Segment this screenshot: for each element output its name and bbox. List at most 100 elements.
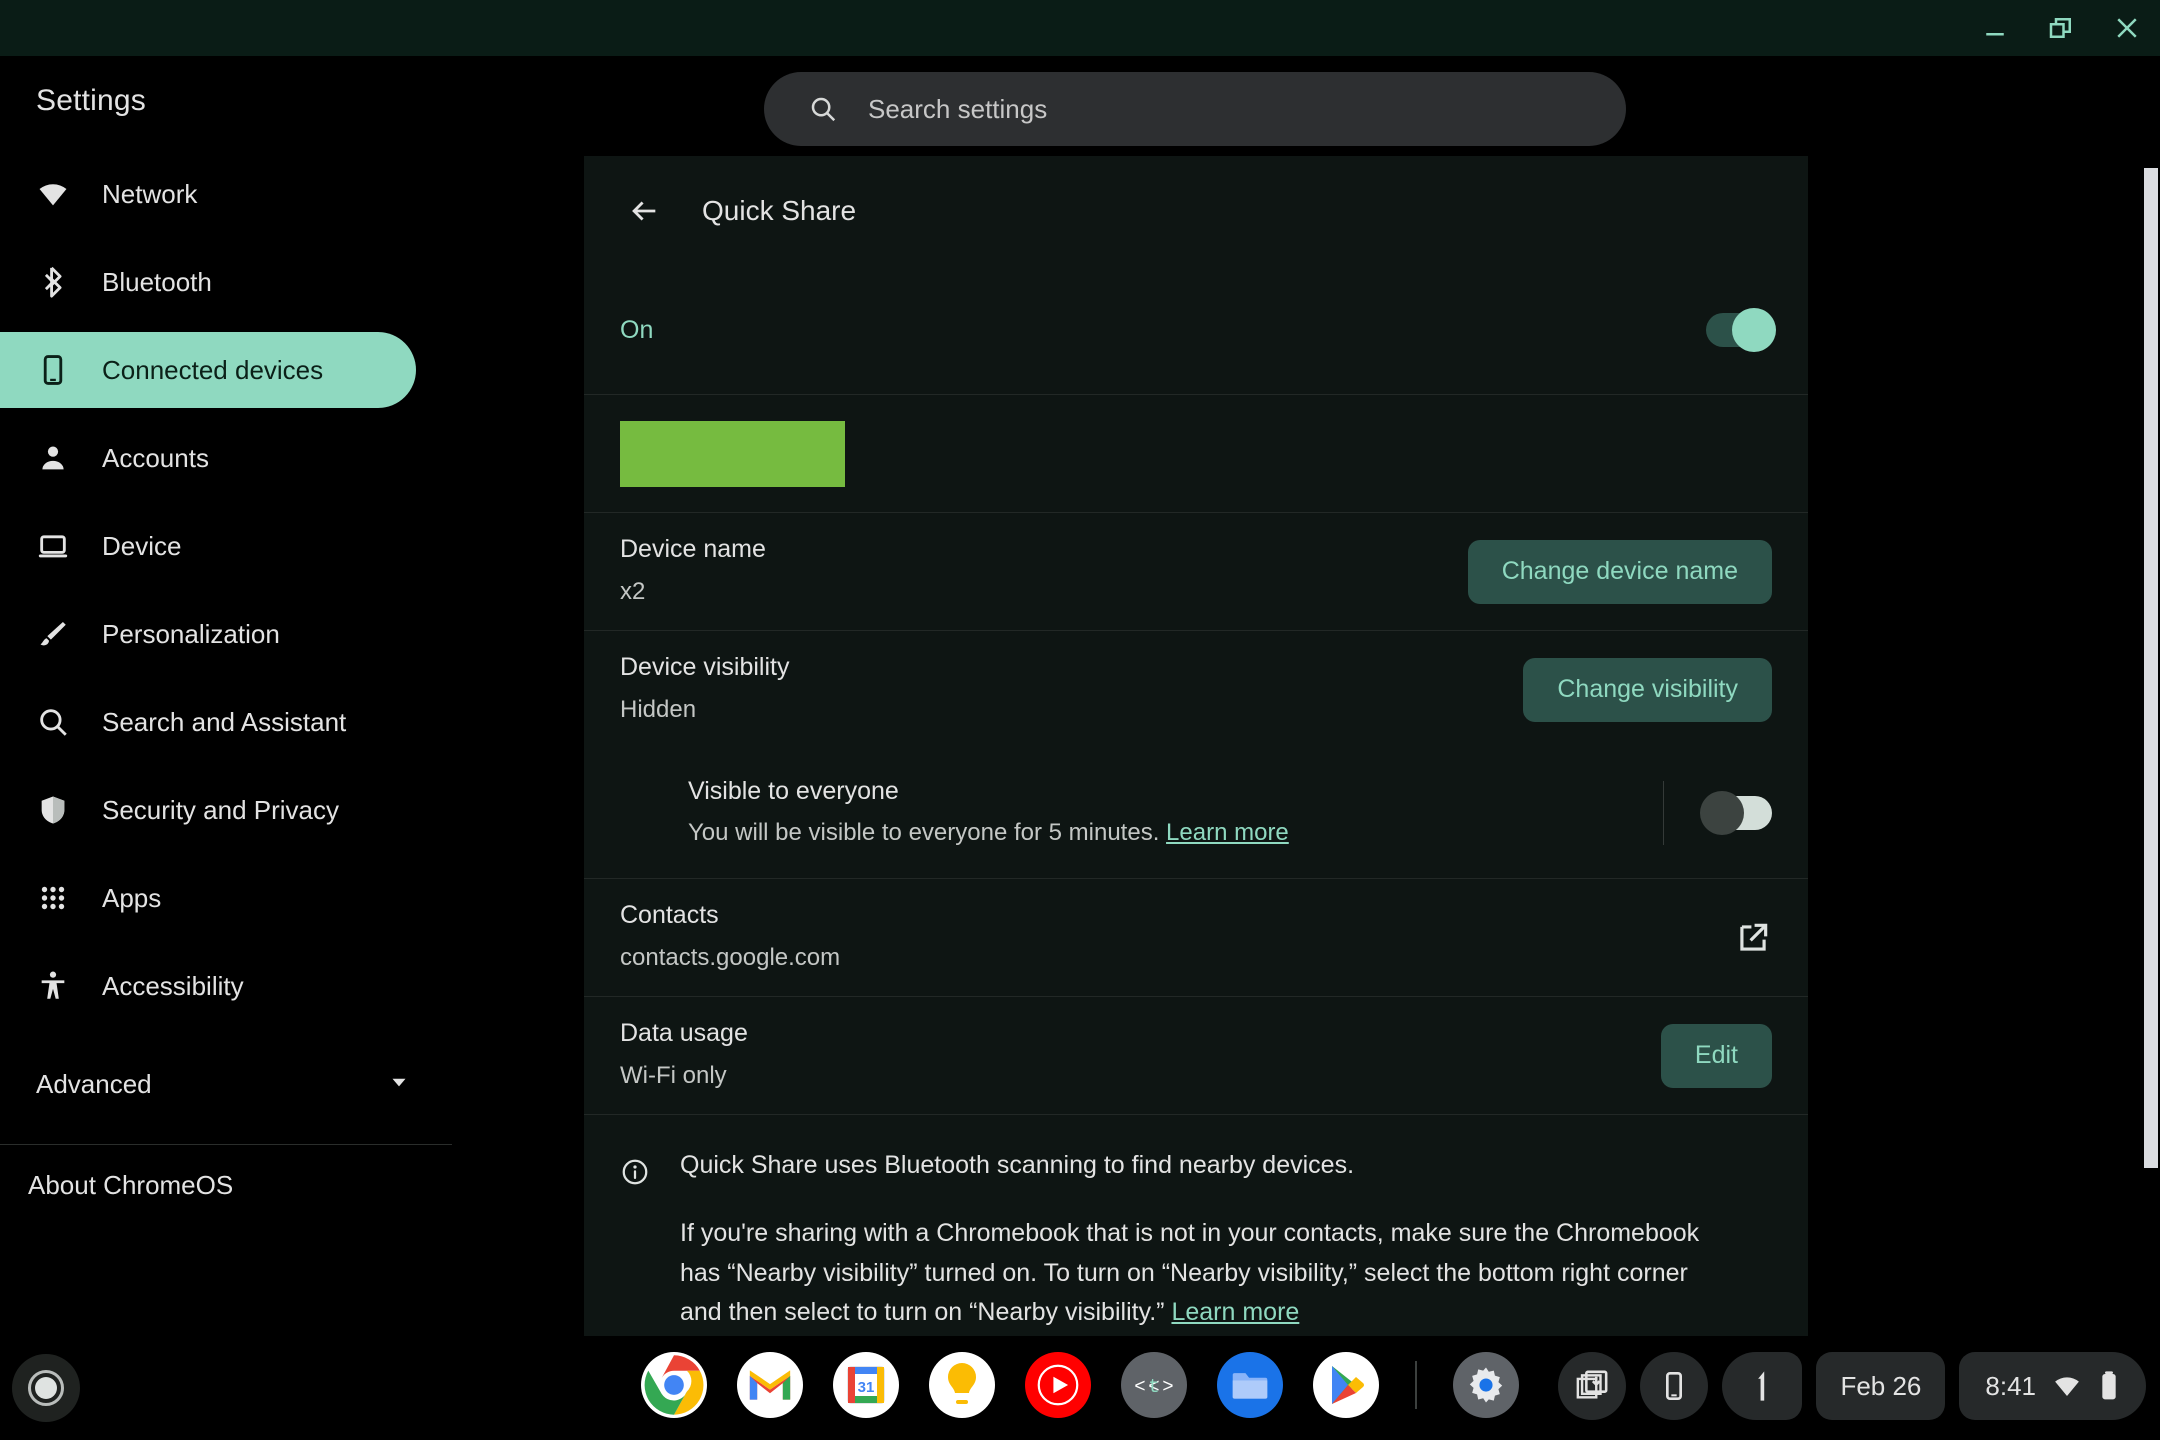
restore-button[interactable]	[2028, 0, 2094, 56]
search-icon	[36, 705, 70, 739]
chrome-app[interactable]	[641, 1352, 707, 1418]
sidebar-item-label: Connected devices	[102, 354, 324, 385]
quick-share-toggle[interactable]	[1706, 308, 1776, 352]
settings-window: Settings Search settings Network Bluetoo…	[0, 56, 2160, 1388]
launcher-button[interactable]	[12, 1354, 80, 1422]
edit-data-usage-button[interactable]: Edit	[1660, 1023, 1772, 1088]
grid-apps-icon	[36, 881, 70, 915]
search-placeholder: Search settings	[868, 93, 1048, 124]
shield-icon	[36, 793, 70, 827]
sidebar-item-connected-devices[interactable]: Connected devices	[0, 332, 416, 408]
change-device-name-button[interactable]: Change device name	[1467, 539, 1772, 604]
device-visibility-row: Device visibility Hidden Change visibili…	[584, 630, 1808, 748]
device-name-value: x2	[620, 577, 646, 605]
sidebar-item-network[interactable]: Network	[0, 156, 416, 232]
minimize-button[interactable]	[1962, 0, 2028, 56]
vertical-divider	[1663, 781, 1664, 845]
settings-app[interactable]	[1453, 1352, 1519, 1418]
change-visibility-button[interactable]: Change visibility	[1523, 657, 1772, 722]
terminal-app[interactable]: < t > <	[1121, 1352, 1187, 1418]
visible-to-everyone-row: Visible to everyone You will be visible …	[584, 748, 1808, 878]
info-learn-more-link[interactable]: Learn more	[1171, 1298, 1299, 1326]
person-icon	[36, 441, 70, 475]
visible-to-everyone-learn-more-link[interactable]: Learn more	[1166, 819, 1289, 846]
screen-capture-button[interactable]	[1558, 1352, 1627, 1420]
contacts-row[interactable]: Contacts contacts.google.com	[584, 878, 1808, 996]
phone-hub-button[interactable]	[1640, 1352, 1709, 1420]
sidebar-item-label: Personalization	[102, 618, 280, 649]
device-name-title: Device name	[620, 535, 766, 564]
page-scrollbar-track[interactable]	[2142, 168, 2160, 1338]
sidebar-item-device[interactable]: Device	[0, 508, 416, 584]
gmail-app[interactable]	[737, 1352, 803, 1418]
preview-placeholder-row	[584, 394, 1808, 512]
contacts-title: Contacts	[620, 901, 719, 930]
close-button[interactable]	[2094, 0, 2160, 56]
sidebar-item-label: Network	[102, 178, 198, 209]
search-input[interactable]: Search settings	[764, 72, 1626, 146]
settings-sidebar: Network Bluetooth Connected devices Acco…	[0, 156, 452, 1388]
sidebar-item-personalization[interactable]: Personalization	[0, 596, 416, 672]
sidebar-item-label: Apps	[102, 882, 162, 913]
notification-button[interactable]	[1722, 1352, 1803, 1420]
play-store-app[interactable]	[1313, 1352, 1379, 1418]
files-app[interactable]	[1217, 1352, 1283, 1418]
svg-text:t: t	[1148, 1376, 1159, 1398]
quick-share-state-label: On	[620, 315, 654, 344]
info-primary-text: Quick Share uses Bluetooth scanning to f…	[680, 1151, 1355, 1179]
shelf-separator	[1415, 1361, 1417, 1409]
bluetooth-icon	[36, 265, 70, 299]
page-title: Quick Share	[702, 195, 857, 226]
sidebar-item-label: Accessibility	[102, 970, 244, 1001]
sidebar-item-label: Security and Privacy	[102, 794, 339, 825]
keep-app[interactable]	[929, 1352, 995, 1418]
sidebar-item-label: Accounts	[102, 442, 209, 473]
date-label: Feb 26	[1840, 1370, 1922, 1401]
page-scrollbar-thumb[interactable]	[2144, 168, 2158, 1168]
device-name-row: Device name x2 Change device name	[584, 512, 1808, 630]
data-usage-title: Data usage	[620, 1019, 748, 1048]
accessibility-icon	[36, 969, 70, 1003]
sidebar-item-accounts[interactable]: Accounts	[0, 420, 416, 496]
launcher-icon	[28, 1370, 64, 1406]
sidebar-advanced-label: Advanced	[36, 1068, 152, 1099]
svg-text:<: <	[1134, 1376, 1145, 1398]
phone-icon	[36, 353, 70, 387]
shelf-app-list: 31 < t > <	[641, 1352, 1519, 1418]
brush-icon	[36, 617, 70, 651]
quick-share-state: On	[620, 316, 1706, 345]
quick-share-info-block: Quick Share uses Bluetooth scanning to f…	[584, 1114, 1808, 1333]
visible-to-everyone-title: Visible to everyone	[688, 776, 899, 805]
system-tray-button[interactable]: 8:41	[1959, 1352, 2146, 1420]
sidebar-item-label: Device	[102, 530, 182, 561]
device-visibility-title: Device visibility	[620, 653, 790, 682]
chromeos-shelf: 31 < t > < Feb 26 8:41	[0, 1336, 2160, 1440]
laptop-icon	[36, 529, 70, 563]
page-header: Quick Share	[584, 156, 1808, 266]
youtube-music-app[interactable]	[1025, 1352, 1091, 1418]
quick-share-enable-row: On	[584, 266, 1808, 394]
search-icon	[811, 97, 836, 122]
sidebar-item-about-chromeos[interactable]: About ChromeOS	[0, 1145, 452, 1225]
back-button[interactable]	[620, 187, 668, 235]
sidebar-item-accessibility[interactable]: Accessibility	[0, 948, 416, 1024]
sidebar-item-label: Search and Assistant	[102, 706, 347, 737]
visible-to-everyone-toggle[interactable]	[1700, 791, 1772, 835]
date-tray-button[interactable]: Feb 26	[1816, 1352, 1946, 1420]
sidebar-item-apps[interactable]: Apps	[0, 860, 416, 936]
external-link-icon[interactable]	[1734, 919, 1772, 957]
quick-share-page: Quick Share On Device name x2 Change dev…	[584, 156, 1808, 1376]
calendar-app[interactable]: 31	[833, 1352, 899, 1418]
app-title: Settings	[36, 84, 146, 117]
sidebar-about-label: About ChromeOS	[28, 1169, 234, 1200]
device-visibility-value: Hidden	[620, 695, 697, 723]
sidebar-item-security-privacy[interactable]: Security and Privacy	[0, 772, 416, 848]
sidebar-item-bluetooth[interactable]: Bluetooth	[0, 244, 416, 320]
data-usage-value: Wi-Fi only	[620, 1061, 727, 1089]
chevron-down-icon	[386, 1069, 412, 1100]
green-placeholder-block	[620, 420, 845, 487]
shelf-status-area: Feb 26 8:41	[1558, 1352, 2146, 1420]
sidebar-advanced-toggle[interactable]: Advanced	[0, 1046, 452, 1122]
sidebar-item-search-assistant[interactable]: Search and Assistant	[0, 684, 416, 760]
svg-text:31: 31	[858, 1379, 875, 1396]
